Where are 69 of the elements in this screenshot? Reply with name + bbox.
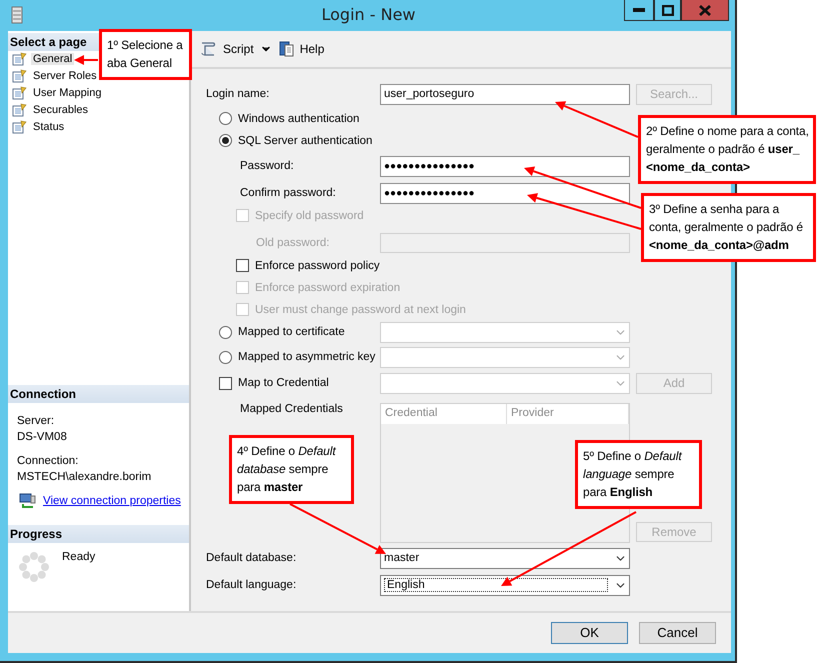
radio-button[interactable]	[219, 326, 232, 339]
field-label: Confirm password:	[240, 187, 337, 200]
checkbox[interactable]	[219, 376, 232, 390]
field-label: Login name:	[206, 88, 270, 100]
callout-note: 2º Define o nome para a conta, geralmente o padrão é user_ <nome_da_conta>	[638, 115, 816, 184]
help-button[interactable]: Help	[276, 38, 326, 60]
page-icon	[12, 103, 28, 118]
script-button[interactable]: Script	[197, 38, 256, 60]
server-label: Server:	[16, 414, 56, 429]
page-icon	[12, 52, 28, 66]
page-item[interactable]: Server Roles	[31, 70, 99, 82]
close-button[interactable]	[681, 0, 729, 21]
spinner-icon	[18, 550, 50, 583]
minimize-button[interactable]	[624, 0, 654, 21]
column-header: Credential	[381, 404, 507, 424]
option-label: SQL Server authentication	[238, 134, 372, 147]
page-icon	[12, 120, 28, 134]
ok-button[interactable]: OK	[551, 622, 628, 644]
section-header: Connection	[8, 384, 189, 403]
login-name-field[interactable]: user_portoseguro	[380, 84, 630, 105]
window-title: Login - New	[320, 4, 416, 24]
radio-button[interactable]	[219, 134, 232, 148]
connection-user: MSTECH\alexandre.borim	[16, 470, 152, 485]
page-icon	[12, 69, 28, 84]
callout-note: 1º Selecione a aba General	[99, 29, 192, 80]
page-item[interactable]: Securables	[31, 104, 90, 116]
option-label: Mapped to certificate	[238, 326, 345, 338]
maximize-icon	[662, 4, 674, 16]
option-label: Specify old password	[255, 210, 364, 222]
connection-label: Connection:	[16, 454, 80, 469]
callout-note: 4º Define o Default database sempre para master	[229, 435, 354, 504]
option-label: Windows authentication	[238, 112, 360, 125]
default-language-dropdown[interactable]: English	[380, 574, 630, 596]
page-item[interactable]: User Mapping	[31, 87, 104, 100]
password-field[interactable]: ●●●●●●●●●●●●●●●	[380, 182, 630, 204]
page-icon	[12, 86, 28, 100]
option-label: Enforce password expiration	[255, 282, 400, 294]
arrow	[74, 55, 98, 65]
connection-properties-link[interactable]: View connection properties	[43, 494, 181, 507]
old-password-field[interactable]	[380, 232, 630, 253]
callout-note: 5º Define o Default language sempre para English	[575, 440, 702, 509]
page-item[interactable]: General	[31, 53, 74, 66]
checkbox[interactable]	[236, 259, 249, 272]
column-header: Provider	[507, 404, 629, 424]
app-icon	[11, 6, 23, 24]
status-text: Ready	[62, 550, 96, 565]
close-icon	[699, 4, 711, 16]
option-label: User must change password at next login	[255, 304, 466, 316]
book-icon	[278, 40, 296, 58]
field-label: Password:	[240, 160, 295, 172]
maximize-button[interactable]	[654, 0, 681, 21]
field-label: Old password:	[256, 236, 331, 249]
page-item[interactable]: Status	[31, 121, 66, 134]
option-label: Mapped to asymmetric key	[238, 351, 376, 364]
server-name: DS-VM08	[16, 430, 68, 445]
radio-button[interactable]	[219, 112, 232, 126]
field-label: Default database:	[206, 552, 298, 564]
section-header: Progress	[8, 524, 189, 543]
default-database-dropdown[interactable]: master	[380, 548, 630, 569]
minimize-icon	[633, 8, 645, 12]
password-field[interactable]: ●●●●●●●●●●●●●●●	[380, 156, 630, 177]
option-label: Enforce password policy	[255, 260, 380, 272]
computer-icon	[19, 492, 37, 509]
callout-note: 3º Define a senha para a conta, geralmente o padrão é <nome_da_conta>@adm	[641, 193, 816, 262]
field-label: Mapped Credentials	[240, 402, 344, 417]
cancel-button[interactable]: Cancel	[639, 622, 716, 644]
field-label: Default language:	[206, 579, 298, 592]
option-label: Map to Credential	[238, 377, 329, 390]
radio-button[interactable]	[219, 350, 232, 364]
